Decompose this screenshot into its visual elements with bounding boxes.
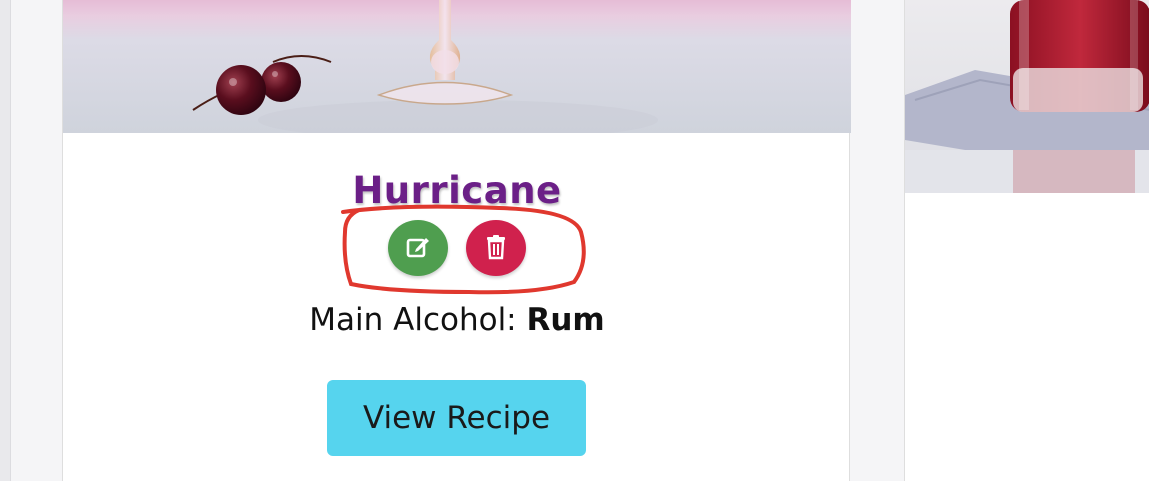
main-alcohol-line: Main Alcohol: Rum: [63, 298, 851, 342]
card-actions: [386, 218, 526, 276]
main-alcohol-value: Rum: [526, 302, 605, 338]
main-alcohol-label: Main Alcohol:: [309, 302, 527, 338]
trash-icon: [484, 234, 508, 263]
delete-button[interactable]: [466, 220, 526, 276]
page: Hurricane Main Alcohol: Rum View Recipe: [0, 0, 1149, 481]
cocktail-title: Hurricane: [352, 169, 562, 212]
left-gutter: [0, 0, 11, 481]
edit-button[interactable]: [388, 220, 448, 276]
cocktail-image: [63, 0, 851, 133]
cocktail-card: Hurricane Main Alcohol: Rum View Recipe: [62, 0, 851, 481]
view-recipe-button[interactable]: View Recipe: [327, 380, 586, 456]
edit-icon: [405, 234, 431, 263]
cocktail-card-partial: [904, 0, 1149, 481]
cocktail-image-partial: [905, 0, 1149, 193]
